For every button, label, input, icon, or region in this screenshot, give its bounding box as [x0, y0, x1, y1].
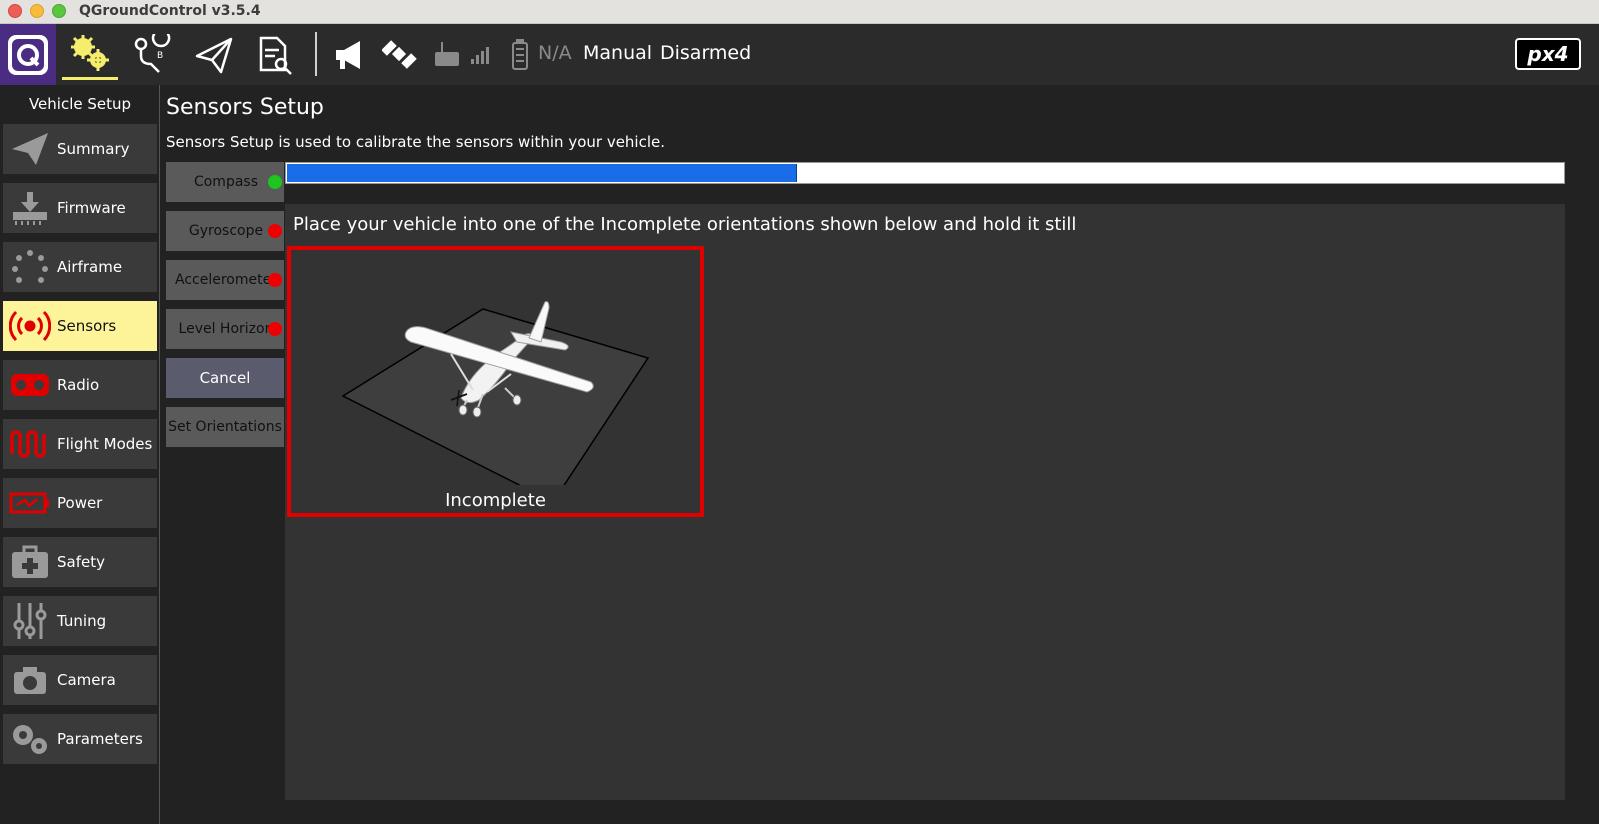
- sidebar-item-label: Camera: [57, 671, 116, 689]
- accelerometer-label: Accelerometer: [175, 272, 277, 288]
- sidebar-item-label: Power: [57, 494, 103, 512]
- camera-icon: [3, 655, 57, 705]
- vehicle-setup-sidebar: Vehicle Setup Summary Firmware Airframe …: [0, 85, 160, 824]
- qgc-logo-button[interactable]: [0, 24, 56, 85]
- flight-modes-wave-icon: [3, 419, 57, 469]
- vehicle-setup-gears-icon[interactable]: [62, 30, 118, 80]
- sidebar-item-summary[interactable]: Summary: [3, 124, 157, 174]
- level-horizon-calibrate-button[interactable]: Level Horizon: [166, 309, 284, 349]
- sidebar-item-label: Safety: [57, 553, 105, 571]
- plane-icon: [3, 124, 57, 174]
- gyroscope-status-indicator: [268, 224, 282, 238]
- sidebar-item-label: Tuning: [57, 612, 107, 630]
- arm-state-indicator[interactable]: Disarmed: [660, 42, 751, 64]
- sidebar-item-airframe[interactable]: Airframe: [3, 242, 157, 292]
- window-title: QGroundControl v3.5.4: [79, 3, 261, 19]
- first-aid-kit-icon: [3, 537, 57, 587]
- main-toolbar: B N/A Manual Disarmed px4: [0, 24, 1599, 85]
- sidebar-item-label: Summary: [57, 140, 130, 158]
- sidebar-item-label: Airframe: [57, 258, 123, 276]
- maximize-window-button[interactable]: [52, 4, 66, 18]
- rc-transmitter-icon: [430, 30, 464, 80]
- sliders-icon: [3, 596, 57, 646]
- airplane-on-pad-image: [341, 301, 650, 503]
- cancel-button[interactable]: Cancel: [166, 358, 284, 398]
- gyroscope-calibrate-button[interactable]: Gyroscope: [166, 211, 284, 251]
- plan-view-route-icon[interactable]: B: [124, 30, 180, 80]
- analyze-document-icon[interactable]: [246, 30, 302, 80]
- accelerometer-calibrate-button[interactable]: Accelerometer: [166, 260, 284, 300]
- accelerometer-status-indicator: [268, 273, 282, 287]
- sidebar-item-label: Sensors: [57, 317, 117, 335]
- page-description: Sensors Setup is used to calibrate the s…: [166, 133, 666, 151]
- calibration-panel: Place your vehicle into one of the Incom…: [285, 204, 1565, 800]
- toolbar-separator: [315, 32, 317, 76]
- minimize-window-button[interactable]: [30, 4, 44, 18]
- page-title: Sensors Setup: [166, 95, 324, 120]
- sensors-setup-page: Sensors Setup Sensors Setup is used to c…: [161, 85, 1599, 824]
- rc-signal-bars-icon: [466, 30, 494, 80]
- sidebar-item-power[interactable]: Power: [3, 478, 157, 528]
- compass-label: Compass: [193, 174, 259, 190]
- window-titlebar: QGroundControl v3.5.4: [0, 0, 1599, 24]
- sidebar-item-sensors[interactable]: Sensors: [3, 301, 157, 351]
- calibration-instruction: Place your vehicle into one of the Incom…: [293, 214, 1077, 235]
- set-orientations-button[interactable]: Set Orientations: [166, 407, 284, 447]
- window-controls: [8, 4, 66, 18]
- compass-calibrate-button[interactable]: Compass: [166, 162, 284, 202]
- fly-view-paperplane-icon[interactable]: [186, 30, 242, 80]
- level-horizon-label: Level Horizon: [178, 321, 274, 337]
- gears-icon: [3, 714, 57, 764]
- sidebar-item-label: Parameters: [57, 730, 143, 748]
- sidebar-item-label: Flight Modes: [57, 435, 153, 453]
- compass-status-indicator: [268, 175, 282, 189]
- sidebar-item-label: Radio: [57, 376, 100, 394]
- battery-icon: [505, 30, 535, 80]
- sidebar-item-camera[interactable]: Camera: [3, 655, 157, 705]
- px4-logo-text: px4: [1527, 42, 1569, 66]
- sidebar-item-label: Firmware: [57, 199, 126, 217]
- orientation-status-label: Incomplete: [445, 490, 546, 511]
- qgc-logo-icon: [8, 34, 48, 75]
- gyroscope-label: Gyroscope: [188, 223, 264, 239]
- airframe-dots-icon: [3, 242, 57, 292]
- sidebar-item-parameters[interactable]: Parameters: [3, 714, 157, 764]
- gps-satellite-icon[interactable]: [375, 30, 425, 80]
- firmware-download-icon: [3, 183, 57, 233]
- sidebar-item-firmware[interactable]: Firmware: [3, 183, 157, 233]
- battery-status: N/A: [538, 42, 572, 64]
- sidebar-item-flight-modes[interactable]: Flight Modes: [3, 419, 157, 469]
- level-horizon-status-indicator: [268, 322, 282, 336]
- sidebar-item-radio[interactable]: Radio: [3, 360, 157, 410]
- sidebar-item-tuning[interactable]: Tuning: [3, 596, 157, 646]
- flight-mode-selector[interactable]: Manual: [583, 42, 652, 64]
- px4-logo: px4: [1515, 38, 1581, 70]
- calibration-progress-bar: [285, 162, 1565, 184]
- sidebar-item-safety[interactable]: Safety: [3, 537, 157, 587]
- svg-text:B: B: [157, 51, 163, 61]
- close-window-button[interactable]: [8, 4, 22, 18]
- orientation-tile: Incomplete: [287, 246, 704, 517]
- sensors-radio-icon: [3, 301, 57, 351]
- messages-megaphone-icon[interactable]: [325, 30, 375, 80]
- sidebar-header: Vehicle Setup: [28, 95, 132, 113]
- battery-power-icon: [3, 478, 57, 528]
- calibration-progress-fill: [287, 164, 797, 182]
- radio-icon: [3, 360, 57, 410]
